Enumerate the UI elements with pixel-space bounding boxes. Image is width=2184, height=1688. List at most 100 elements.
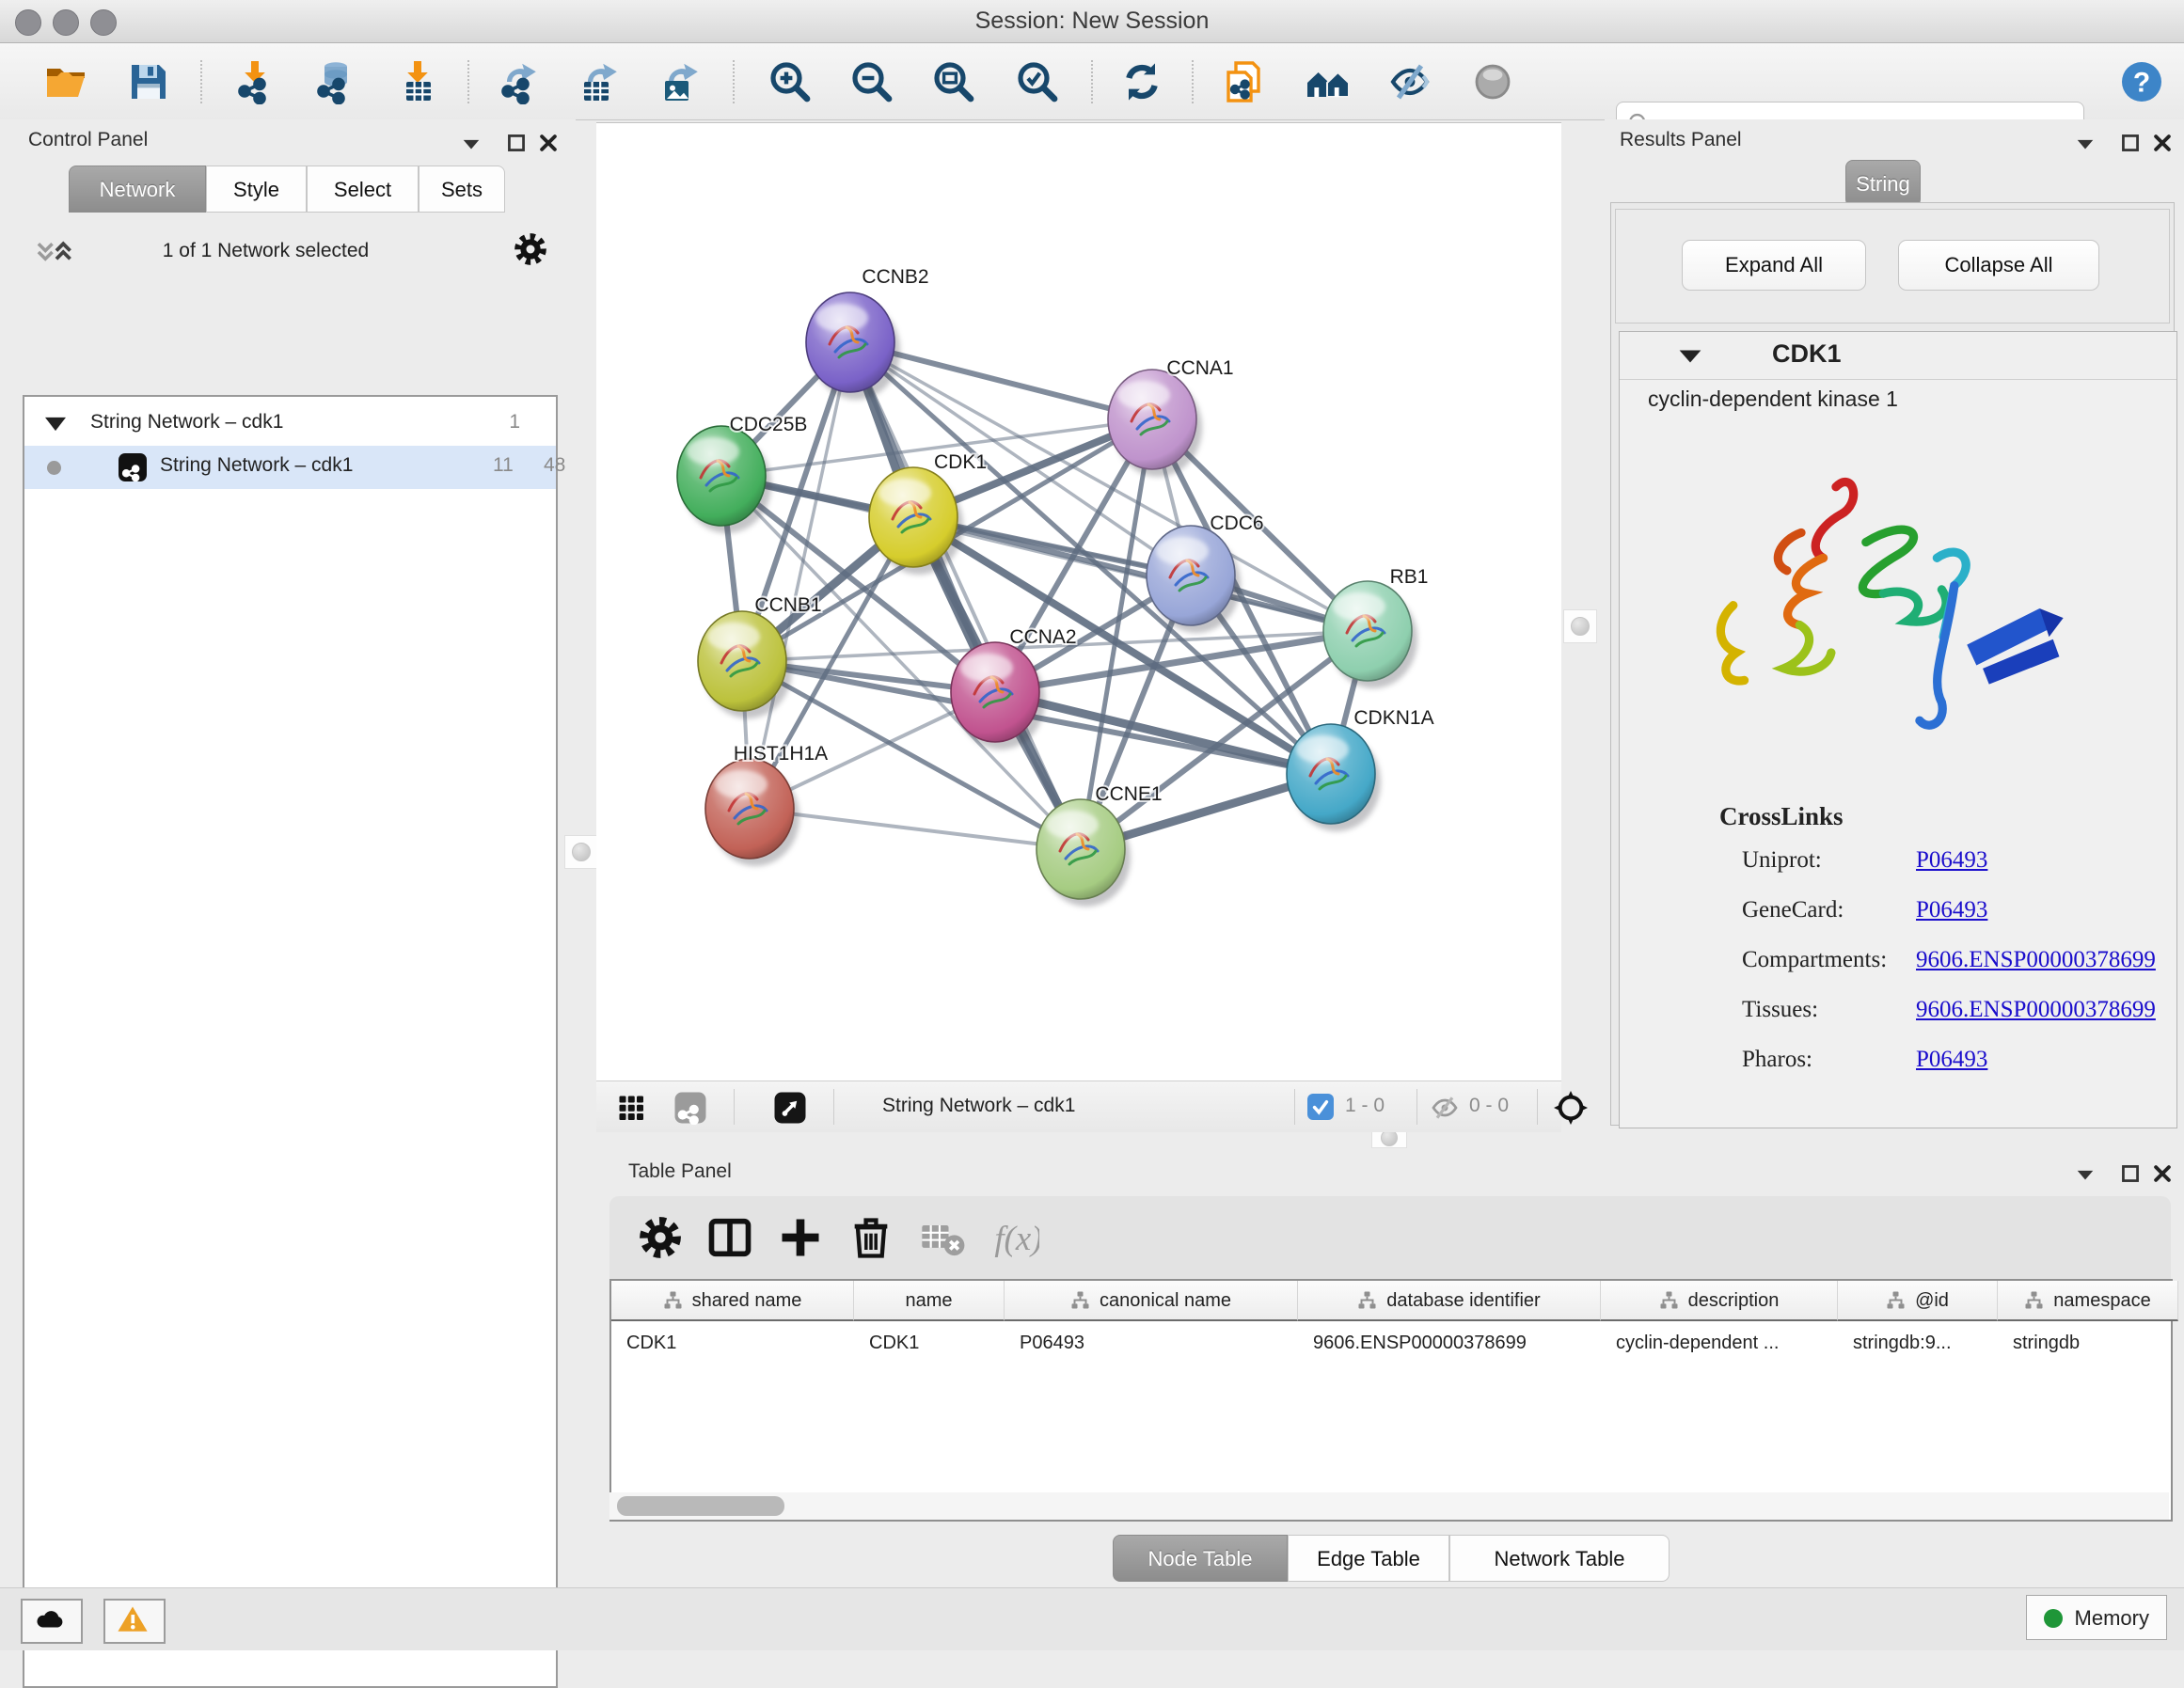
fit-selected-crosshair-icon[interactable]	[1552, 1089, 1590, 1127]
collapse-entry-icon[interactable]	[1678, 347, 1702, 366]
node-CCNB1[interactable]: CCNB1	[698, 594, 822, 718]
help-button[interactable]: ?	[2119, 59, 2164, 104]
delete-table-button[interactable]	[918, 1213, 967, 1262]
open-session-button[interactable]	[43, 59, 88, 104]
save-session-button[interactable]	[126, 59, 171, 104]
crosslink-value-link[interactable]: P06493	[1916, 1047, 1987, 1073]
network-tree-row[interactable]: String Network – cdk1 1	[24, 402, 556, 446]
import-table-file-button[interactable]	[395, 59, 440, 104]
node-RB1[interactable]: RB1	[1323, 566, 1428, 688]
maximize-results-icon[interactable]	[2120, 133, 2141, 153]
crosslink-value-link[interactable]: P06493	[1916, 847, 1987, 874]
node-HIST1H1A[interactable]: HIST1H1A	[705, 743, 828, 866]
zoom-fit-button[interactable]	[931, 59, 976, 104]
string-style-icon[interactable]	[673, 1091, 707, 1125]
import-network-database-button[interactable]	[311, 59, 356, 104]
main-toolbar: ?	[0, 43, 2184, 120]
show-all-button[interactable]	[1470, 59, 1515, 104]
export-network-icon	[496, 59, 541, 104]
column-header-name[interactable]: name	[854, 1281, 1005, 1321]
crosslink-value-link[interactable]: P06493	[1916, 897, 1987, 923]
scrollbar-thumb[interactable]	[617, 1496, 784, 1516]
node-CCNA1[interactable]: CCNA1	[1108, 357, 1234, 477]
tab-edge-table[interactable]: Edge Table	[1288, 1535, 1449, 1582]
right-splitter-handle[interactable]	[1563, 609, 1597, 643]
left-splitter-handle[interactable]	[564, 835, 598, 869]
tab-style[interactable]: Style	[206, 166, 307, 213]
tab-node-table[interactable]: Node Table	[1113, 1535, 1288, 1582]
tab-network[interactable]: Network	[69, 166, 206, 213]
crosslink-value-link[interactable]: 9606.ENSP00000378699	[1916, 947, 2156, 973]
table-cell[interactable]: stringdb:9...	[1838, 1323, 1998, 1363]
new-network-from-selection-icon	[1221, 59, 1266, 104]
first-neighbors-button[interactable]	[1306, 59, 1351, 104]
cloud-status-button[interactable]	[21, 1599, 83, 1644]
expand-all-button[interactable]: Expand All	[1682, 240, 1866, 291]
import-network-file-button[interactable]	[232, 59, 277, 104]
memory-button[interactable]: Memory	[2026, 1595, 2167, 1640]
edge-CCNB2-HIST1H1A[interactable]	[750, 342, 850, 809]
column-header-shared-name[interactable]: shared name	[611, 1281, 854, 1321]
table-cell[interactable]: CDK1	[854, 1323, 1005, 1363]
crosslink-label: Tissues:	[1742, 997, 1818, 1022]
table-cell[interactable]: stringdb	[1998, 1323, 2178, 1363]
table-settings-button[interactable]	[636, 1213, 685, 1262]
node-CCNB2[interactable]: CCNB2	[806, 266, 929, 400]
float-panel-icon[interactable]	[461, 134, 482, 154]
table-cell[interactable]: P06493	[1005, 1323, 1298, 1363]
zoom-out-button[interactable]	[849, 59, 894, 104]
node-label-HIST1H1A: HIST1H1A	[734, 743, 828, 765]
table-cell[interactable]: 9606.ENSP00000378699	[1298, 1323, 1601, 1363]
node-CDC6[interactable]: CDC6	[1147, 513, 1264, 633]
table-horizontal-scrollbar[interactable]	[609, 1492, 2169, 1520]
selected-checkbox[interactable]	[1307, 1094, 1334, 1120]
birdseye-view-icon[interactable]	[773, 1091, 807, 1125]
node-CDK1[interactable]: CDK1	[869, 451, 987, 575]
delete-column-button[interactable]	[847, 1213, 895, 1262]
column-header-canonical-name[interactable]: canonical name	[1005, 1281, 1298, 1321]
warnings-button[interactable]	[103, 1599, 166, 1644]
column-label: description	[1688, 1290, 1780, 1311]
zoom-in-button[interactable]	[768, 59, 813, 104]
hide-selected-button[interactable]	[1387, 59, 1432, 104]
zoom-selected-button[interactable]	[1015, 59, 1060, 104]
split-columns-button[interactable]	[705, 1213, 754, 1262]
table-cell[interactable]: CDK1	[611, 1323, 854, 1363]
function-builder-button[interactable]: f(x)	[990, 1213, 1039, 1262]
tab-network-table[interactable]: Network Table	[1449, 1535, 1670, 1582]
float-table-icon[interactable]	[2075, 1164, 2096, 1185]
column-header-@id[interactable]: @id	[1838, 1281, 1998, 1321]
float-results-icon[interactable]	[2075, 134, 2096, 154]
tab-select[interactable]: Select	[307, 166, 419, 213]
node-table[interactable]: shared nameCDK1 name CDK1 canonical nameP0…	[609, 1279, 2173, 1522]
export-network-button[interactable]	[496, 59, 541, 104]
node-label-CCNA2: CCNA2	[1009, 626, 1076, 648]
close-panel-icon[interactable]	[538, 133, 559, 153]
column-header-description[interactable]: description	[1601, 1281, 1838, 1321]
network-tree-row[interactable]: String Network – cdk1 11 48	[24, 446, 556, 489]
network-canvas[interactable]: CCNB2 CCNA1 CDC25B	[596, 122, 1561, 1081]
grid-view-icon[interactable]	[617, 1094, 645, 1122]
node-count: 11	[493, 454, 514, 477]
tab-string[interactable]: String	[1845, 160, 1921, 207]
collapse-all-button[interactable]: Collapse All	[1898, 240, 2099, 291]
new-network-from-selection-button[interactable]	[1221, 59, 1266, 104]
network-options-gear-icon[interactable]	[512, 230, 549, 268]
maximize-table-icon[interactable]	[2120, 1163, 2141, 1184]
expand-collapse-icon[interactable]	[45, 417, 66, 432]
maximize-panel-icon[interactable]	[506, 133, 527, 153]
node-CDC25B[interactable]: CDC25B	[677, 414, 807, 533]
export-image-button[interactable]	[657, 59, 703, 104]
refresh-view-button[interactable]	[1119, 59, 1164, 104]
column-label: name	[905, 1290, 952, 1311]
table-cell[interactable]: cyclin-dependent ...	[1601, 1323, 1838, 1363]
tab-sets[interactable]: Sets	[419, 166, 505, 213]
column-header-namespace[interactable]: namespace	[1998, 1281, 2178, 1321]
close-results-icon[interactable]	[2152, 133, 2173, 153]
close-table-icon[interactable]	[2152, 1163, 2173, 1184]
export-table-button[interactable]	[577, 59, 622, 104]
column-header-database-identifier[interactable]: database identifier	[1298, 1281, 1601, 1321]
add-column-button[interactable]	[776, 1213, 825, 1262]
column-type-icon	[663, 1290, 683, 1310]
crosslink-value-link[interactable]: 9606.ENSP00000378699	[1916, 997, 2156, 1023]
